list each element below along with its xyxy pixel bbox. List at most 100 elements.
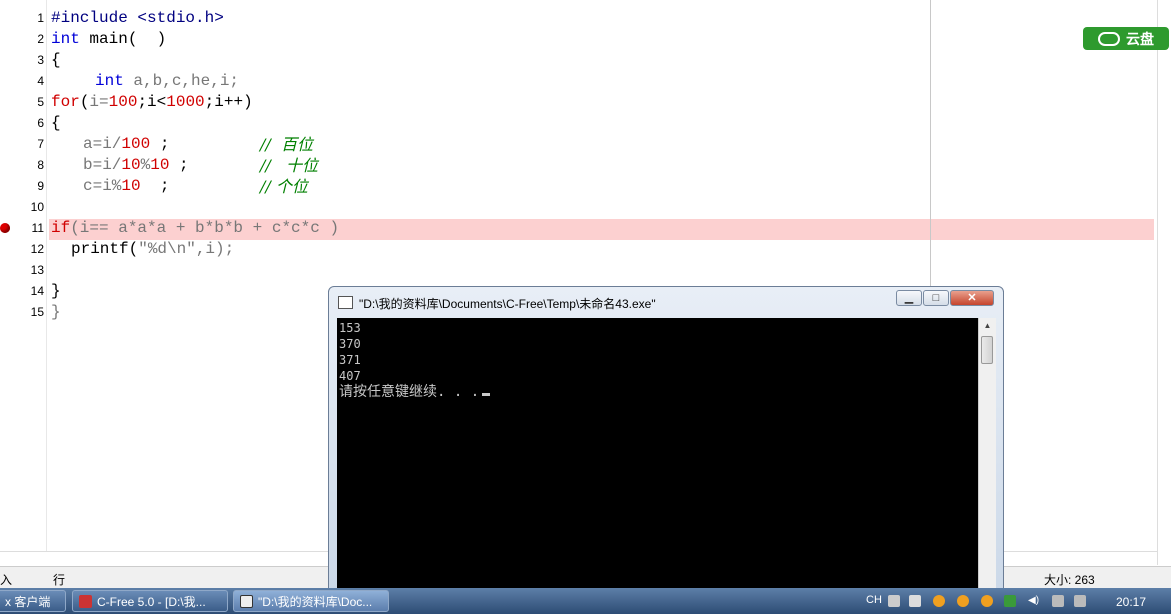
code-text: i= [89, 93, 109, 111]
system-tray: CH ◀) 20:17 [861, 588, 1171, 614]
maximize-button[interactable]: □ [923, 290, 949, 306]
text-cursor [482, 393, 491, 396]
console-prompt-line: 请按任意键继续. . . [339, 384, 491, 400]
console-scrollbar[interactable]: ▲ [978, 318, 996, 597]
scroll-up-arrow-icon[interactable]: ▲ [979, 318, 996, 334]
taskbar: x 客户端 C-Free 5.0 - [D:\我... "D:\我的资料库\Do… [0, 588, 1171, 614]
code-text: ;i++) [204, 93, 253, 111]
cloud-icon [1098, 31, 1120, 46]
close-button[interactable]: ✕ [950, 290, 994, 306]
code-text: a=i/ [83, 135, 122, 153]
speaker-icon[interactable]: ◀) [1028, 595, 1039, 606]
code-line-8: b=i/10%10 ; [83, 155, 189, 176]
taskbar-item-label: "D:\我的资料库\Doc... [258, 595, 373, 609]
code-line-15: } [51, 303, 61, 321]
keyword: int [95, 72, 124, 90]
keyboard-icon[interactable] [888, 595, 900, 607]
console-window-title: "D:\我的资料库\Documents\C-Free\Temp\未命名43.ex… [359, 297, 656, 311]
string-literal: "%d\n",i); [138, 240, 235, 258]
console-output[interactable]: 153 370 371 407 请按任意键继续. . . [337, 318, 978, 597]
line-number: 10 [30, 200, 44, 214]
code-line-2: int main( ) [51, 29, 166, 50]
line-number: 3 [37, 53, 44, 67]
code-text: a,b,c,he,i; [123, 72, 240, 90]
console-output-line: 371 [339, 353, 361, 367]
network-icon[interactable] [1052, 595, 1064, 607]
editor-vertical-scrollbar[interactable] [1157, 0, 1171, 565]
line-number: 1 [37, 11, 44, 25]
status-file-size: 大小: 263 [1044, 573, 1095, 587]
code-text: c=i% [83, 177, 122, 195]
taskbar-item-label: C-Free 5.0 - [D:\我... [97, 595, 206, 609]
code-comment: // 十位 [260, 156, 319, 175]
code-text: ;i< [137, 93, 167, 111]
console-output-line: 153 [339, 321, 361, 335]
line-number-gutter[interactable]: 1 2 3 4 5 6 7 8 9 10 11 12 13 14 15 [0, 0, 47, 551]
tray-app-icon[interactable] [909, 595, 921, 607]
code-line-9: c=i%10 ; [83, 176, 169, 197]
clock[interactable]: 20:17 [1116, 595, 1146, 609]
number-literal: 10 [150, 156, 170, 174]
code-line-3: { [51, 51, 61, 69]
taskbar-item-console[interactable]: "D:\我的资料库\Doc... [233, 590, 389, 612]
line-number: 7 [37, 137, 44, 151]
taskbar-item-client[interactable]: x 客户端 [0, 590, 66, 612]
code-line-6: { [51, 114, 61, 132]
taskbar-item-label: x 客户端 [5, 595, 51, 609]
line-number: 4 [37, 74, 44, 88]
security-shield-icon[interactable] [1004, 595, 1016, 607]
line-number: 8 [37, 158, 44, 172]
keyword: int [51, 30, 80, 48]
code-comment: // 个位 [260, 177, 308, 196]
console-prompt-text: 请按任意键继续. . . [339, 384, 480, 400]
cloud-drive-badge[interactable]: 云盘 [1083, 27, 1169, 50]
keyword: for [51, 93, 80, 111]
number-literal: 100 [108, 93, 138, 111]
console-app-icon [240, 595, 253, 608]
code-text: ( [79, 93, 90, 111]
taskbar-item-cfree[interactable]: C-Free 5.0 - [D:\我... [72, 590, 228, 612]
code-line-1: #include <stdio.h> [51, 9, 224, 27]
scrollbar-thumb[interactable] [981, 336, 993, 364]
cloud-badge-label: 云盘 [1126, 30, 1154, 47]
minimize-button[interactable]: ▁ [896, 290, 922, 306]
line-number: 13 [30, 263, 44, 277]
code-text: ; [140, 177, 170, 195]
code-line-4: int a,b,c,he,i; [95, 71, 239, 92]
qq-icon[interactable] [957, 595, 969, 607]
status-mode: 行 [53, 573, 66, 587]
code-line-5: for(i=100;i<1000;i++) [51, 92, 253, 113]
code-text: (i== a*a*a + b*b*b + c*c*c ) [70, 219, 340, 237]
code-line-11: if(i== a*a*a + b*b*b + c*c*c ) [51, 218, 339, 239]
code-text: b=i/ [83, 156, 122, 174]
input-language[interactable]: CH [866, 594, 882, 606]
keyword: if [51, 219, 71, 237]
code-line-14: } [51, 282, 61, 300]
code-line-12: printf("%d\n",i); [71, 239, 234, 260]
code-text: ; [150, 135, 170, 153]
number-literal: 100 [121, 135, 151, 153]
code-text: printf( [71, 240, 139, 258]
line-number: 12 [30, 242, 44, 256]
console-output-line: 370 [339, 337, 361, 351]
code-text: ; [169, 156, 189, 174]
status-left: 入 [0, 573, 13, 587]
usb-device-icon[interactable] [1074, 595, 1086, 607]
line-number: 5 [37, 95, 44, 109]
console-window-icon [338, 296, 353, 309]
console-output-line: 407 [339, 369, 361, 383]
line-number: 9 [37, 179, 44, 193]
line-number: 15 [30, 305, 44, 319]
console-window[interactable]: "D:\我的资料库\Documents\C-Free\Temp\未命名43.ex… [328, 286, 1004, 597]
number-literal: 1000 [166, 93, 205, 111]
code-line-7: a=i/100 ; [83, 134, 169, 155]
breakpoint-marker-icon[interactable] [0, 223, 10, 233]
code-text: % [140, 156, 151, 174]
qq-icon[interactable] [981, 595, 993, 607]
code-text: main( ) [79, 30, 167, 48]
code-comment: // 百位 [260, 135, 313, 154]
line-number: 14 [30, 284, 44, 298]
line-number: 2 [37, 32, 44, 46]
number-literal: 10 [121, 156, 141, 174]
qq-icon[interactable] [933, 595, 945, 607]
